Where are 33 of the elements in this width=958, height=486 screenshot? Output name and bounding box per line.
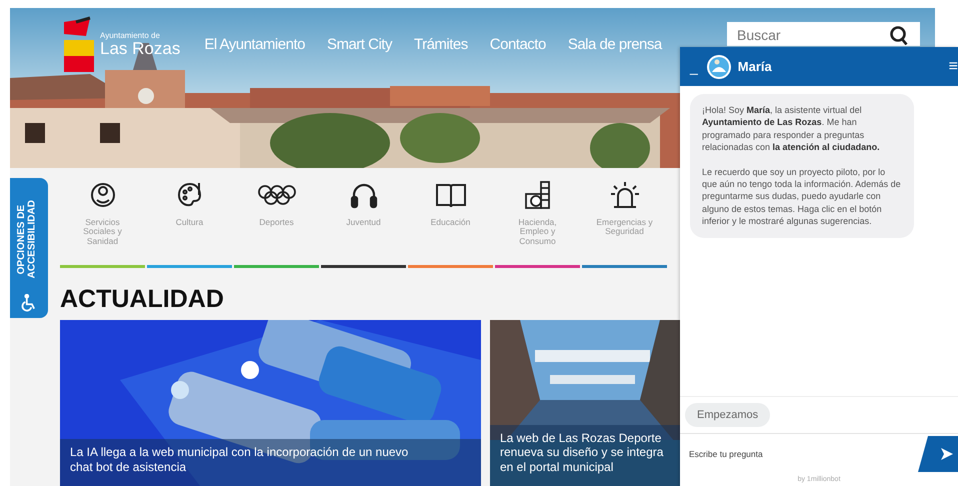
category-link[interactable]: Cultura	[147, 178, 232, 268]
search-icon	[890, 26, 908, 45]
category-link[interactable]: Deportes	[234, 178, 319, 268]
chat-message: ¡Hola! Soy María, la asistente virtual del Ayuntamiento de Las Rozas. Me han programado para responder a preguntas relacionadas con la atención al ciudadano. Le recuerdo que soy un proyecto piloto, por lo que aún no tengo toda la información. Además de preguntarme sus dudas, puedo ayudarle con alguno de estos temas. Haga clic en el botón inferior y le mostraré algunas sugerencias.	[690, 94, 914, 238]
siren-icon	[608, 180, 640, 210]
menu-button[interactable]: ≡	[948, 58, 958, 76]
bot-name: María	[738, 59, 772, 74]
minimize-button[interactable]: _	[688, 58, 700, 74]
nav-link[interactable]: Sala de prensa	[568, 36, 662, 52]
book-icon	[434, 181, 466, 209]
nav-link[interactable]: Contacto	[490, 36, 546, 52]
nav-link[interactable]: Smart City	[326, 36, 392, 52]
category-link[interactable]: Hacienda, Empleo y Consumo	[495, 178, 580, 268]
news-title[interactable]: La web de Las Rozas Deporte renueva su diseño y se integra en el portal municipal	[490, 424, 680, 486]
logo-subtitle: Ayuntamiento de	[100, 32, 161, 40]
category-link[interactable]: Emergencias y Seguridad	[582, 178, 667, 268]
category-link[interactable]: Educación	[408, 178, 493, 268]
section-title: ACTUALIDAD	[60, 284, 225, 314]
nav-link[interactable]: Trámites	[414, 36, 468, 52]
search-button[interactable]	[877, 22, 920, 46]
avatar-icon	[706, 54, 732, 80]
news-title[interactable]: La IA llega a la web municipal con la incorporación de un nuevo chat bot de asistencia	[60, 439, 481, 486]
search-field[interactable]: Buscar	[727, 22, 877, 46]
coins-icon	[522, 180, 552, 210]
send-button[interactable]	[918, 436, 958, 472]
category-link[interactable]: Juventud	[321, 178, 406, 268]
category-link[interactable]: Servicios Sociales y Sanidad	[60, 178, 145, 268]
accessibility-tab[interactable]: OPCIONES DE ACCESIBILIDAD	[10, 178, 48, 318]
nav-link[interactable]: El Ayuntamiento	[204, 36, 305, 52]
message-input[interactable]: Escribe tu pregunta	[689, 439, 918, 469]
rings-icon	[256, 183, 296, 207]
quick-reply-button[interactable]: Empezamos	[685, 403, 770, 427]
send-icon	[940, 447, 954, 461]
